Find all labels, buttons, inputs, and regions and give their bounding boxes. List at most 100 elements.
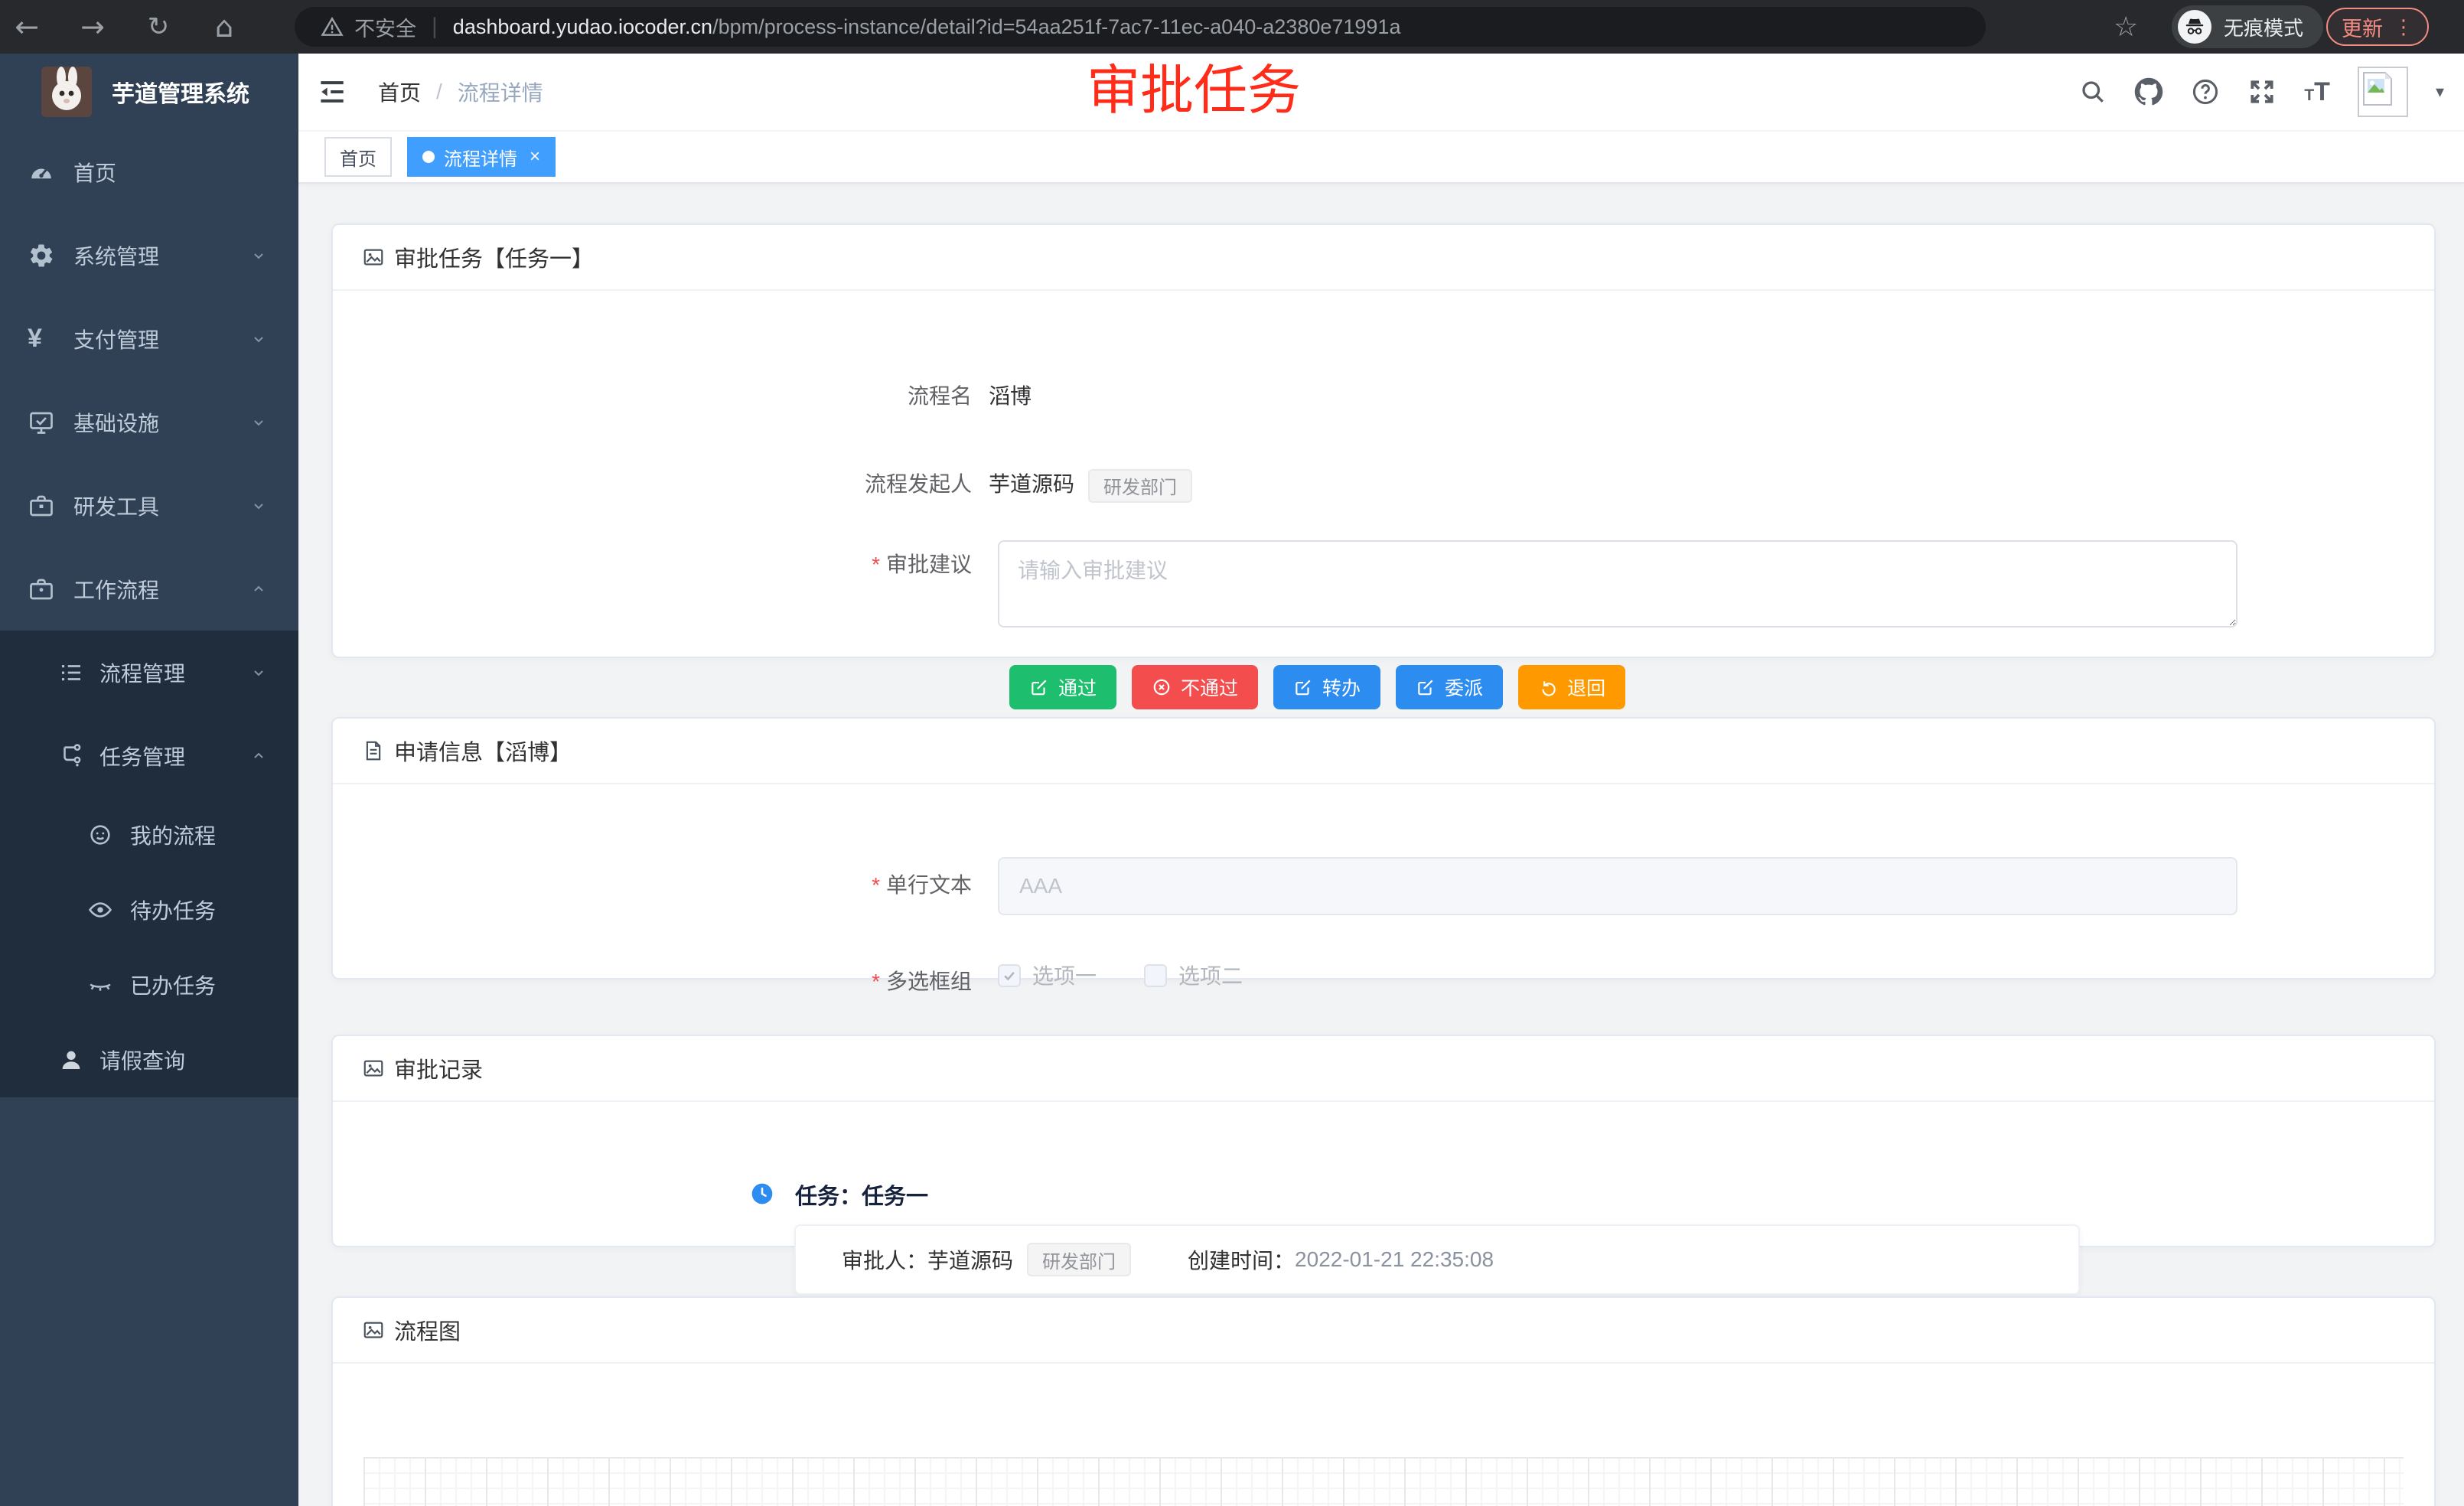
sidebar-item-payment[interactable]: ¥ 支付管理: [0, 297, 298, 380]
breadcrumb-home[interactable]: 首页: [378, 77, 421, 107]
app-title: 芋道管理系统: [112, 75, 249, 109]
approve-reject-button[interactable]: 不通过: [1132, 665, 1258, 709]
bpmn-diagram-canvas[interactable]: [363, 1457, 2404, 1506]
address-separator: |: [432, 14, 438, 40]
sidebar-item-my-process[interactable]: 我的流程: [0, 797, 298, 872]
checkbox-option2-label: 选项二: [1178, 960, 1243, 990]
active-tab-dot: [422, 151, 435, 163]
address-bar[interactable]: 不安全 | dashboard.yudao.iocoder.cn/bpm/pro…: [295, 7, 1986, 47]
picture-icon: [362, 1319, 385, 1341]
process-name-label: 流程名: [333, 380, 972, 410]
document-icon: [362, 739, 385, 762]
chevron-down-icon: [249, 246, 268, 265]
app-logo[interactable]: 芋道管理系统: [0, 54, 298, 130]
process-diagram-card: 流程图: [331, 1296, 2436, 1506]
red-annotation-text: 审批任务: [1087, 63, 1301, 119]
url-domain: dashboard.yudao.iocoder.cn: [453, 15, 712, 39]
diagram-card-header: 流程图: [333, 1298, 2434, 1364]
timeline-clock-icon: [750, 1182, 774, 1206]
tab-process-detail[interactable]: 流程详情 ×: [407, 137, 556, 177]
sidebar-item-system[interactable]: 系统管理: [0, 214, 298, 297]
tab-label: 首页: [340, 144, 376, 171]
sidebar-item-done-tasks[interactable]: 已办任务: [0, 947, 298, 1022]
avatar[interactable]: [2358, 67, 2408, 117]
sidebar-item-label: 请假查询: [99, 1045, 185, 1075]
eye-icon: [87, 897, 113, 923]
sidebar-item-devtools[interactable]: 研发工具: [0, 464, 298, 547]
navbar-actions: TT ▾: [2079, 54, 2444, 130]
browser-reload-button[interactable]: ↻: [132, 0, 185, 54]
sidebar-item-workflow[interactable]: 工作流程: [0, 547, 298, 631]
toolbox-icon: [28, 492, 55, 520]
sidebar-item-leave-query[interactable]: 请假查询: [0, 1022, 298, 1097]
card-title: 流程图: [394, 1314, 461, 1346]
sidebar-item-process-management[interactable]: 流程管理: [0, 631, 298, 714]
help-icon[interactable]: [2191, 77, 2220, 106]
chevron-down-icon: [249, 413, 268, 432]
approve-card-header: 审批任务【任务一】: [333, 225, 2434, 291]
gear-icon: [28, 242, 55, 269]
timeline-task-title: 任务：任务一: [795, 1178, 928, 1211]
sidebar-item-label: 支付管理: [73, 324, 159, 354]
bookmark-star-icon[interactable]: ☆: [2114, 11, 2138, 43]
checkbox-option1-label: 选项一: [1032, 960, 1097, 990]
chevron-down-icon: [249, 330, 268, 348]
sidebar-item-label: 已办任务: [130, 970, 216, 1000]
browser-back-button[interactable]: ←: [0, 0, 54, 54]
dept-tag: 研发部门: [1027, 1243, 1131, 1276]
breadcrumb-separator: /: [436, 80, 442, 104]
initiator-value: 芋道源码研发部门: [989, 468, 1192, 503]
sidebar-item-label: 研发工具: [73, 491, 159, 521]
sidebar-item-label: 待办任务: [130, 895, 216, 925]
close-tab-icon[interactable]: ×: [530, 148, 540, 166]
sidebar-collapse-icon[interactable]: [315, 75, 349, 109]
delegate-button[interactable]: 委派: [1396, 665, 1503, 709]
font-size-icon[interactable]: TT: [2304, 77, 2330, 107]
incognito-label: 无痕模式: [2224, 13, 2303, 41]
tab-home[interactable]: 首页: [324, 137, 392, 177]
sidebar-item-label: 首页: [73, 157, 116, 187]
security-label: 不安全: [354, 12, 416, 42]
single-line-text-input: [998, 857, 2237, 915]
fullscreen-icon[interactable]: [2247, 77, 2277, 106]
transfer-button[interactable]: 转办: [1273, 665, 1380, 709]
briefcase-icon: [28, 575, 55, 603]
browser-update-button[interactable]: 更新 ⋮: [2326, 8, 2429, 46]
sidebar-item-infrastructure[interactable]: 基础设施: [0, 380, 298, 464]
search-icon[interactable]: [2079, 78, 2107, 106]
browser-menu-icon[interactable]: ⋮: [2394, 15, 2413, 39]
approver-name: 芋道源码: [927, 1244, 1013, 1275]
approver-label: 审批人：: [842, 1244, 927, 1275]
chevron-up-icon: [249, 747, 268, 765]
checkbox-option2: [1144, 964, 1167, 987]
avatar-dropdown-caret-icon[interactable]: ▾: [2436, 82, 2444, 102]
dashboard-icon: [28, 158, 55, 186]
insecure-warning-icon: [321, 15, 344, 38]
flow-branch-icon: [58, 743, 84, 769]
browser-forward-button[interactable]: →: [66, 0, 119, 54]
info-card-header: 申请信息【滔博】: [333, 719, 2434, 784]
advice-textarea[interactable]: [998, 540, 2237, 628]
card-title: 申请信息【滔博】: [394, 735, 572, 767]
sidebar-item-home[interactable]: 首页: [0, 130, 298, 214]
sidebar-item-label: 基础设施: [73, 407, 159, 438]
record-card-header: 审批记录: [333, 1036, 2434, 1102]
initiator-label: 流程发起人: [333, 468, 972, 498]
card-title: 审批任务【任务一】: [394, 241, 594, 273]
approval-record-item: 审批人： 芋道源码 研发部门 创建时间： 2022-01-21 22:35:08: [794, 1224, 2080, 1295]
checkbox-group-label: *多选框组: [333, 965, 972, 996]
picture-icon: [362, 1057, 385, 1080]
required-asterisk: *: [872, 873, 880, 897]
application-info-card: 申请信息【滔博】 *单行文本 *多选框组 选项一 选项二: [331, 717, 2436, 980]
browser-home-button[interactable]: ⌂: [197, 0, 251, 54]
sidebar-item-label: 工作流程: [73, 574, 159, 605]
approve-pass-button[interactable]: 通过: [1009, 665, 1116, 709]
process-name-row: 流程名 滔博: [333, 380, 2434, 413]
created-time: 2022-01-21 22:35:08: [1295, 1247, 1494, 1272]
github-icon[interactable]: [2134, 77, 2163, 106]
monitor-icon: [28, 409, 55, 436]
sidebar-item-todo-tasks[interactable]: 待办任务: [0, 872, 298, 947]
face-icon: [87, 822, 113, 848]
sidebar-item-task-management[interactable]: 任务管理: [0, 714, 298, 797]
return-button[interactable]: 退回: [1518, 665, 1625, 709]
